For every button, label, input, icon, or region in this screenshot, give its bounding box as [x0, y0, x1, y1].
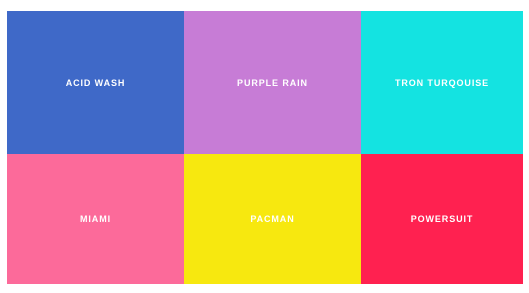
swatch-label: PACMAN — [250, 214, 295, 224]
swatch-purple-rain[interactable]: PURPLE RAIN — [184, 11, 361, 154]
swatch-pacman[interactable]: PACMAN — [184, 154, 361, 284]
page: ACID WASH PURPLE RAIN TRON TURQOUISE MIA… — [0, 0, 529, 293]
swatch-label: POWERSUIT — [410, 214, 474, 224]
swatch-label: PURPLE RAIN — [237, 77, 308, 88]
swatch-miami[interactable]: MIAMI — [7, 154, 184, 284]
swatch-label: TRON TURQOUISE — [394, 77, 490, 88]
color-swatch-grid: ACID WASH PURPLE RAIN TRON TURQOUISE MIA… — [7, 11, 523, 284]
swatch-powersuit[interactable]: POWERSUIT — [361, 154, 523, 284]
swatch-tron-turqouise[interactable]: TRON TURQOUISE — [361, 11, 523, 154]
swatch-acid-wash[interactable]: ACID WASH — [7, 11, 184, 154]
swatch-label: MIAMI — [80, 214, 111, 224]
swatch-label: ACID WASH — [65, 77, 126, 88]
